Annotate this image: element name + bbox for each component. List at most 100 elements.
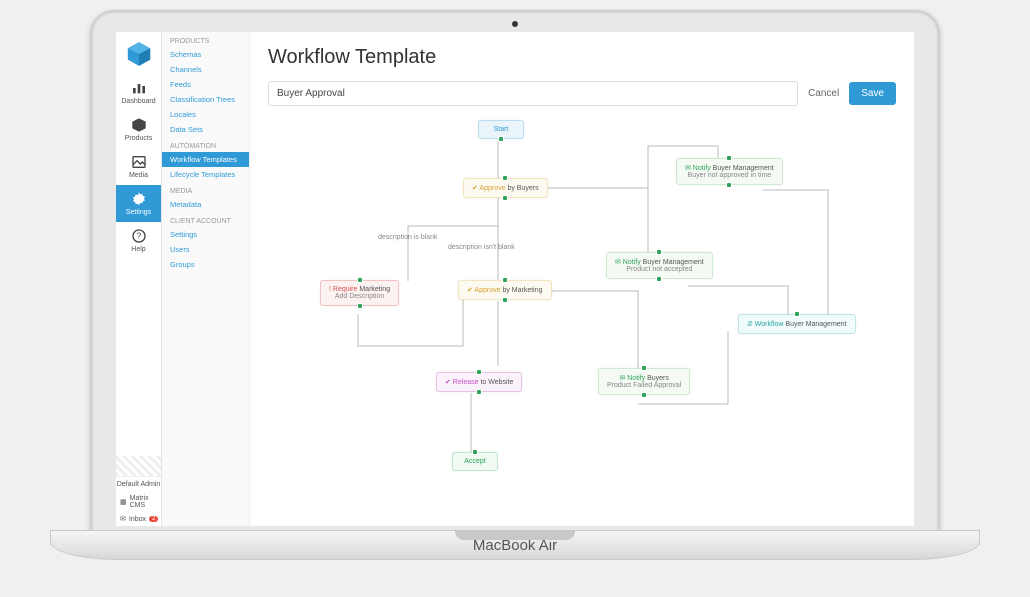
subnav-group: Products <box>162 32 249 47</box>
subnav-item-schemas[interactable]: Schemas <box>162 47 249 62</box>
port[interactable] <box>656 249 662 255</box>
node-start[interactable]: Start <box>478 120 524 139</box>
subnav-item-channels[interactable]: Channels <box>162 62 249 77</box>
inbox-icon: ✉ <box>120 515 126 523</box>
node-keyword: ⇵ Workflow <box>747 321 783 328</box>
node-label: Accept <box>464 458 485 465</box>
app-screen: Dashboard Products Media Settings ? Help <box>116 32 914 526</box>
port[interactable] <box>726 155 732 161</box>
iconbar-item-help[interactable]: ? Help <box>116 222 161 259</box>
save-button[interactable]: Save <box>849 82 896 105</box>
subnav-item-locales[interactable]: Locales <box>162 107 249 122</box>
node-text: Buyer Management <box>783 321 846 328</box>
port[interactable] <box>726 182 732 188</box>
connectors <box>268 116 914 496</box>
node-keyword: ✉ Notify <box>619 375 645 382</box>
node-accept[interactable]: Accept <box>452 452 498 471</box>
iconbar: Dashboard Products Media Settings ? Help <box>116 32 162 526</box>
subnav-item-settings[interactable]: Settings <box>162 227 249 242</box>
port[interactable] <box>476 369 482 375</box>
subnav-group: Media <box>162 182 249 197</box>
port[interactable] <box>476 389 482 395</box>
port[interactable] <box>502 297 508 303</box>
node-text: to Website <box>479 379 514 386</box>
port[interactable] <box>641 365 647 371</box>
node-workflow-mgmt[interactable]: ⇵ Workflow Buyer Management <box>738 314 856 334</box>
node-subtext: Add Description <box>329 293 390 300</box>
port[interactable] <box>502 175 508 181</box>
workflow-canvas[interactable]: Start ✔ Approve by Buyers description is… <box>268 116 914 496</box>
node-label: Start <box>494 126 509 133</box>
port[interactable] <box>472 449 478 455</box>
iconbar-footer: Default Admin ▦ Matrix CMS ✉ Inbox 2 <box>116 456 161 526</box>
node-keyword: ✉ Notify <box>615 259 641 266</box>
port[interactable] <box>502 277 508 283</box>
chart-icon <box>131 80 147 96</box>
port[interactable] <box>656 276 662 282</box>
account-name: Matrix CMS <box>130 495 157 509</box>
svg-text:?: ? <box>136 232 141 241</box>
footer-pattern <box>116 456 161 476</box>
node-approve-buyers[interactable]: ✔ Approve by Buyers <box>463 178 548 198</box>
node-text: Buyer Management <box>711 165 774 172</box>
node-keyword: ✔ Release <box>445 379 479 386</box>
node-notify-failed-approval[interactable]: ✉ Notify Buyers Product Failed Approval <box>598 368 690 395</box>
port[interactable] <box>357 277 363 283</box>
subnav-item-workflow-templates[interactable]: Workflow Templates <box>162 152 249 167</box>
node-release-website[interactable]: ✔ Release to Website <box>436 372 522 392</box>
node-require-marketing[interactable]: ! Require Marketing Add Description <box>320 280 399 306</box>
node-text: Buyers <box>645 375 669 382</box>
iconbar-label: Products <box>125 135 153 142</box>
node-approve-marketing[interactable]: ✔ Approve by Marketing <box>458 280 552 300</box>
node-keyword: ✉ Notify <box>685 165 711 172</box>
iconbar-item-media[interactable]: Media <box>116 148 161 185</box>
iconbar-item-settings[interactable]: Settings <box>116 185 161 222</box>
node-text: by Buyers <box>506 185 539 192</box>
subnav-item-lifecycle-templates[interactable]: Lifecycle Templates <box>162 167 249 182</box>
subnav: Products Schemas Channels Feeds Classifi… <box>162 32 250 526</box>
subnav-item-users[interactable]: Users <box>162 242 249 257</box>
port[interactable] <box>498 136 504 142</box>
node-notify-timeout[interactable]: ✉ Notify Buyer Management Buyer not appr… <box>676 158 783 185</box>
node-text: by Marketing <box>501 287 543 294</box>
edge-label-blank: description is blank <box>378 234 438 241</box>
port[interactable] <box>794 311 800 317</box>
inbox-badge: 2 <box>149 516 158 522</box>
app-logo <box>125 40 153 68</box>
node-notify-not-accepted[interactable]: ✉ Notify Buyer Management Product not ac… <box>606 252 713 279</box>
inbox-label: Inbox <box>129 516 146 523</box>
node-keyword: ✔ Approve <box>467 287 501 294</box>
port[interactable] <box>502 195 508 201</box>
template-name-input[interactable] <box>268 81 798 106</box>
laptop-notch <box>455 531 575 540</box>
current-user[interactable]: Default Admin <box>116 476 161 492</box>
subnav-item-classification-trees[interactable]: Classification Trees <box>162 92 249 107</box>
laptop-frame: Dashboard Products Media Settings ? Help <box>50 10 980 587</box>
laptop-base: MacBook Air <box>50 530 980 560</box>
node-subtext: Product Failed Approval <box>607 382 681 389</box>
iconbar-label: Help <box>131 246 145 253</box>
subnav-item-data-sets[interactable]: Data Sets <box>162 122 249 137</box>
node-subtext: Product not accepted <box>615 266 704 273</box>
gear-icon <box>131 191 147 207</box>
node-text: Buyer Management <box>641 259 704 266</box>
subnav-item-groups[interactable]: Groups <box>162 257 249 272</box>
inbox-row[interactable]: ✉ Inbox 2 <box>116 512 161 526</box>
edge-label-not-blank: description isn't blank <box>448 244 515 251</box>
subnav-item-metadata[interactable]: Metadata <box>162 197 249 212</box>
port[interactable] <box>641 392 647 398</box>
account-row[interactable]: ▦ Matrix CMS <box>116 492 161 512</box>
iconbar-item-dashboard[interactable]: Dashboard <box>116 74 161 111</box>
port[interactable] <box>357 303 363 309</box>
subnav-item-feeds[interactable]: Feeds <box>162 77 249 92</box>
iconbar-label: Settings <box>126 209 151 216</box>
iconbar-item-products[interactable]: Products <box>116 111 161 148</box>
page-title: Workflow Template <box>268 46 896 69</box>
subnav-group: Client Account <box>162 212 249 227</box>
toolbar: Cancel Save <box>268 81 896 106</box>
node-subtext: Buyer not approved in time <box>685 172 774 179</box>
cancel-button[interactable]: Cancel <box>808 88 839 99</box>
camera-dot <box>512 21 518 27</box>
iconbar-label: Media <box>129 172 148 179</box>
main-content: Workflow Template Cancel Save <box>250 32 914 526</box>
